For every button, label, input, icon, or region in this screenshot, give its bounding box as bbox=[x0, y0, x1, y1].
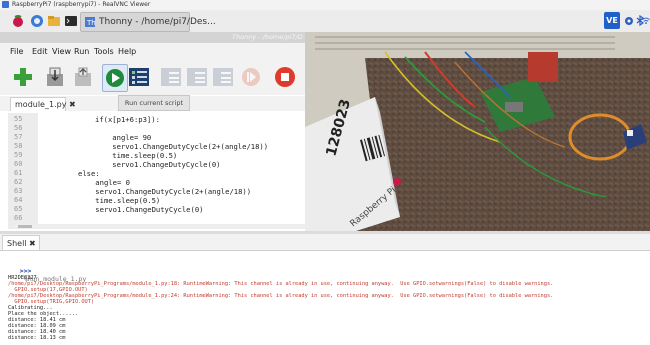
menu-run[interactable]: Run bbox=[74, 43, 89, 61]
line-number: 58 bbox=[14, 142, 23, 150]
menu-file[interactable]: File bbox=[10, 43, 23, 61]
shell-output-line: /home/pi7/Desktop/RaspberryPi_Programs/m… bbox=[8, 281, 554, 287]
svg-text:Th: Th bbox=[86, 19, 95, 27]
thonny-title-bar: Thonny - /home/pi7/D bbox=[0, 32, 310, 43]
line-number-gutter bbox=[8, 113, 38, 229]
stop-button[interactable] bbox=[274, 66, 296, 88]
step-over-button[interactable] bbox=[160, 66, 182, 88]
line-number: 60 bbox=[14, 160, 23, 168]
editor-horizontal-scrollbar[interactable] bbox=[14, 224, 310, 229]
vnc-window-title: RaspberryPi7 (raspberrypi7) - RealVNC Vi… bbox=[12, 1, 151, 8]
line-number: 65 bbox=[14, 205, 23, 213]
resume-button[interactable] bbox=[240, 66, 262, 88]
step-into-button[interactable] bbox=[186, 66, 208, 88]
code-line: servo1.ChangeDutyCycle(0) bbox=[95, 160, 221, 169]
vnc-app-icon bbox=[2, 1, 9, 8]
camera-feed-image: 128023 Raspberry Pi bbox=[305, 32, 650, 244]
line-number: 57 bbox=[14, 133, 23, 141]
shell-output-line: distance: 18.13 cm bbox=[8, 335, 66, 341]
thonny-window-title: Thonny - /home/pi7/D bbox=[232, 33, 303, 41]
file-manager-icon[interactable] bbox=[46, 13, 62, 29]
line-number: 63 bbox=[14, 187, 23, 195]
wifi-icon[interactable] bbox=[642, 14, 650, 27]
menu-view[interactable]: View bbox=[52, 43, 71, 61]
taskbar-thonny-label: Thonny - /home/pi7/Des... bbox=[99, 17, 216, 27]
new-file-button[interactable] bbox=[12, 66, 34, 88]
menu-edit[interactable]: Edit bbox=[32, 43, 48, 61]
thonny-menu-bar: File Edit View Run Tools Help bbox=[0, 43, 310, 61]
line-number: 66 bbox=[14, 214, 23, 222]
thonny-toolbar bbox=[0, 61, 310, 95]
menu-help[interactable]: Help bbox=[118, 43, 136, 61]
code-line: if(x[p1+6:p3]): bbox=[95, 115, 160, 124]
web-browser-icon[interactable] bbox=[29, 13, 45, 29]
shell-tab-bar: Shell ✖ bbox=[0, 234, 650, 251]
scrollbar-thumb[interactable] bbox=[18, 225, 32, 228]
code-line: angle= 0 bbox=[78, 178, 130, 187]
line-number: 56 bbox=[14, 124, 23, 132]
line-number: 61 bbox=[14, 169, 23, 177]
debug-script-button[interactable] bbox=[128, 66, 150, 88]
code-line: time.sleep(0.5) bbox=[78, 196, 161, 205]
thonny-task-icon: Th bbox=[85, 17, 95, 27]
code-editor[interactable]: 55 56 57 58 59 60 61 62 63 64 65 66 if(x… bbox=[0, 111, 310, 231]
code-line: else: bbox=[78, 169, 100, 178]
code-line: servo1.ChangeDutyCycle(2+(angle/18)) bbox=[78, 187, 252, 196]
code-line: time.sleep(0.5) bbox=[95, 151, 178, 160]
menu-tools[interactable]: Tools bbox=[94, 43, 114, 61]
save-file-button[interactable] bbox=[72, 66, 94, 88]
terminal-icon[interactable] bbox=[63, 13, 79, 29]
code-line: servo1.ChangeDutyCycle(0) bbox=[78, 205, 204, 214]
step-out-button[interactable] bbox=[212, 66, 234, 88]
raspberry-menu-icon[interactable] bbox=[10, 13, 26, 29]
run-tooltip: Run current script bbox=[118, 95, 190, 111]
tab-shell[interactable]: Shell ✖ bbox=[2, 235, 40, 250]
line-number: 55 bbox=[14, 115, 23, 123]
code-line: servo1.ChangeDutyCycle(2+(angle/18)) bbox=[95, 142, 269, 151]
shell-prompt: >>> bbox=[19, 267, 32, 275]
taskbar-thonny-window[interactable]: Th Thonny - /home/pi7/Des... bbox=[80, 12, 216, 32]
line-number: 59 bbox=[14, 151, 23, 159]
vnc-tray-icon[interactable]: VE bbox=[604, 12, 620, 29]
line-number: 62 bbox=[14, 178, 23, 186]
shell-output[interactable]: >>> %Run module_1.py HR2DE8327/home/pi7/… bbox=[0, 251, 650, 345]
pi-taskbar: Th Thonny - /home/pi7/Des... VE bbox=[0, 10, 650, 33]
line-number: 64 bbox=[14, 196, 23, 204]
run-script-button[interactable] bbox=[102, 64, 128, 92]
tab-module-1[interactable]: module_1.py ✖ bbox=[10, 97, 76, 111]
code-line: angle= 90 bbox=[95, 133, 152, 142]
open-file-button[interactable] bbox=[44, 66, 66, 88]
